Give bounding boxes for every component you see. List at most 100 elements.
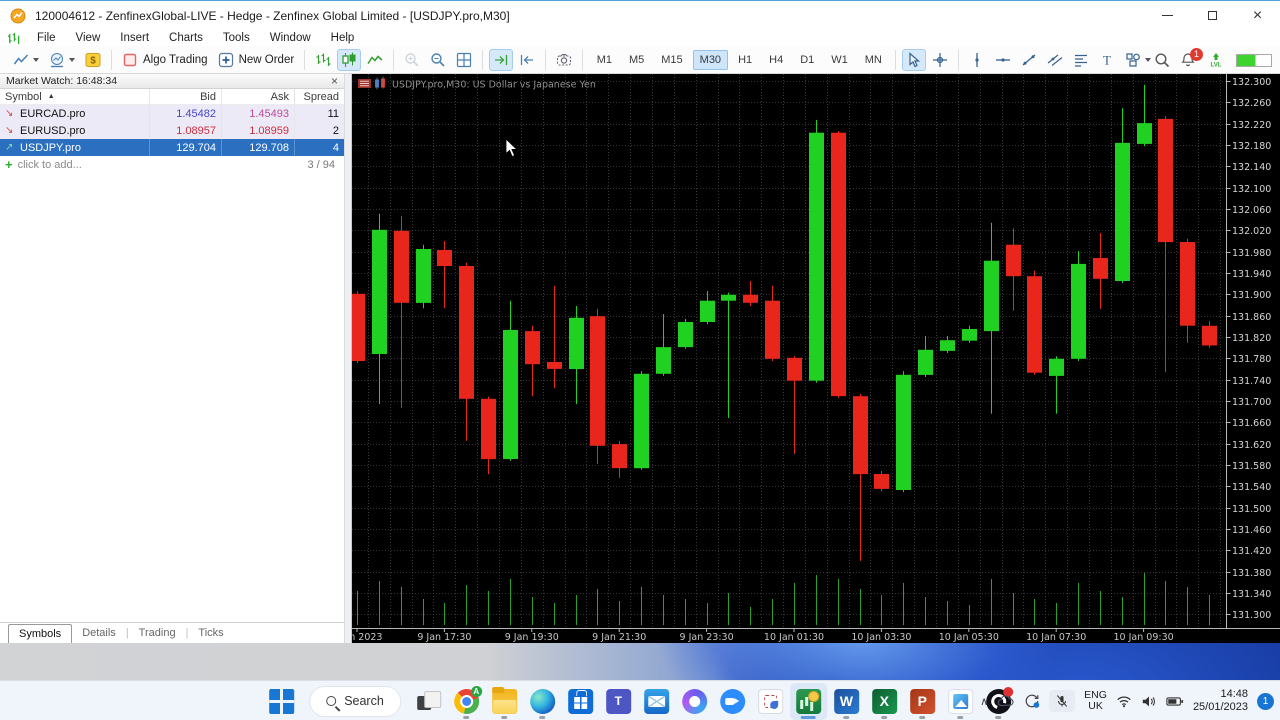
shapes-button[interactable] bbox=[1121, 49, 1155, 71]
volume-icon[interactable] bbox=[1141, 695, 1157, 708]
copilot-icon bbox=[681, 688, 707, 714]
fibonacci-button[interactable] bbox=[1069, 49, 1093, 71]
taskbar-search[interactable]: Search bbox=[309, 685, 401, 717]
svg-text:131.980: 131.980 bbox=[1232, 248, 1271, 259]
timeframe-d1[interactable]: D1 bbox=[793, 50, 821, 70]
tab-symbols[interactable]: Symbols bbox=[8, 624, 73, 644]
svg-text:9 Jan 21:30: 9 Jan 21:30 bbox=[592, 632, 646, 643]
bar-chart-button[interactable] bbox=[311, 49, 335, 71]
menu-item-charts[interactable]: Charts bbox=[159, 32, 213, 44]
autoscroll-button[interactable] bbox=[489, 48, 514, 71]
candle-chart-button[interactable] bbox=[337, 48, 362, 71]
timeframe-mn[interactable]: MN bbox=[858, 50, 889, 70]
new-order-button[interactable]: New Order bbox=[214, 49, 299, 71]
chevron-down-icon[interactable] bbox=[69, 57, 75, 62]
taskbar-date: 25/01/2023 bbox=[1192, 701, 1248, 713]
chart-type-button[interactable] bbox=[9, 49, 43, 71]
taskbar-word[interactable]: W bbox=[828, 683, 865, 720]
taskbar-excel[interactable]: X bbox=[866, 683, 903, 720]
chart-area[interactable]: 132.300 132.260 132.220 132.180 132.140 132.1… bbox=[332, 74, 1280, 643]
search-icon bbox=[326, 696, 337, 706]
taskbar-store[interactable] bbox=[562, 683, 599, 720]
taskbar-chrome[interactable]: A bbox=[448, 683, 485, 720]
taskbar-taskview[interactable] bbox=[410, 683, 447, 720]
tab-trading[interactable]: Trading bbox=[129, 624, 186, 643]
minimize-button[interactable] bbox=[1145, 2, 1190, 29]
taskbar-powerpoint[interactable]: P bbox=[904, 683, 941, 720]
notifications-button[interactable]: 1 bbox=[1180, 48, 1203, 68]
tile-windows-button[interactable] bbox=[452, 49, 476, 71]
deposit-button[interactable]: $ bbox=[81, 49, 105, 71]
profile-button[interactable] bbox=[45, 49, 79, 71]
channel-button[interactable] bbox=[1043, 49, 1067, 71]
timeframe-h1[interactable]: H1 bbox=[731, 50, 759, 70]
taskbar-start[interactable] bbox=[263, 683, 300, 720]
taskbar-explorer[interactable] bbox=[486, 683, 523, 720]
market-watch-close-icon[interactable]: × bbox=[331, 75, 338, 87]
snip-icon bbox=[757, 688, 783, 714]
menu-item-help[interactable]: Help bbox=[321, 32, 365, 44]
menu-item-file[interactable]: File bbox=[27, 32, 66, 44]
timeframe-m5[interactable]: M5 bbox=[622, 50, 651, 70]
crosshair-button[interactable] bbox=[928, 49, 952, 71]
chevron-down-icon[interactable] bbox=[33, 57, 39, 62]
add-symbol-row[interactable]: + click to add... 3 / 94 bbox=[0, 156, 344, 173]
menu-item-insert[interactable]: Insert bbox=[110, 32, 159, 44]
menu-item-window[interactable]: Window bbox=[260, 32, 321, 44]
taskbar-snip[interactable] bbox=[752, 683, 789, 720]
symbol-row-eurusd.pro[interactable]: ↘ EURUSD.pro 1.08957 1.08959 2 bbox=[0, 122, 344, 139]
panel-splitter[interactable] bbox=[344, 74, 352, 643]
screenshot-button[interactable] bbox=[552, 49, 576, 71]
taskbar-teams[interactable]: T bbox=[600, 683, 637, 720]
menu-item-view[interactable]: View bbox=[66, 32, 111, 44]
system-tray: ∧ ENG UK 14:48 25/01/2023 1 bbox=[980, 681, 1274, 720]
column-header-bid[interactable]: Bid bbox=[150, 89, 222, 104]
candlestick-chart[interactable]: 132.300 132.260 132.220 132.180 132.140 132.1… bbox=[332, 74, 1280, 643]
photos-icon bbox=[947, 688, 973, 714]
taskbar-copilot[interactable] bbox=[676, 683, 713, 720]
language-indicator[interactable]: ENG UK bbox=[1084, 690, 1107, 712]
menu-item-tools[interactable]: Tools bbox=[213, 32, 260, 44]
search-button[interactable] bbox=[1154, 52, 1170, 68]
taskbar-edge[interactable] bbox=[524, 683, 561, 720]
taskbar-mt5[interactable] bbox=[789, 682, 827, 720]
wifi-icon[interactable] bbox=[1116, 695, 1132, 708]
taskbar-photos[interactable] bbox=[942, 683, 979, 720]
symbol-row-usdjpy.pro[interactable]: ↗ USDJPY.pro 129.704 129.708 4 bbox=[0, 139, 344, 156]
zoom-in-button[interactable] bbox=[400, 49, 424, 71]
zoom-out-button[interactable] bbox=[426, 49, 450, 71]
microphone-muted-icon[interactable] bbox=[1049, 690, 1076, 712]
vertical-line-button[interactable] bbox=[965, 49, 989, 71]
maximize-button[interactable] bbox=[1190, 2, 1235, 29]
cursor-button[interactable] bbox=[902, 48, 927, 71]
timeframe-w1[interactable]: W1 bbox=[824, 50, 855, 70]
algo-trading-button[interactable]: Algo Trading bbox=[118, 49, 212, 71]
column-header-spread[interactable]: Spread bbox=[295, 89, 344, 104]
taskbar-mail[interactable] bbox=[638, 683, 675, 720]
sync-icon[interactable] bbox=[1024, 693, 1040, 709]
column-header-ask[interactable]: Ask bbox=[222, 89, 295, 104]
tab-details[interactable]: Details bbox=[72, 624, 126, 643]
onedrive-icon[interactable] bbox=[997, 694, 1015, 708]
trendline-button[interactable] bbox=[1017, 49, 1041, 71]
line-chart-button[interactable] bbox=[363, 49, 387, 71]
taskbar-zoom[interactable] bbox=[714, 683, 751, 720]
chart-shift-button[interactable] bbox=[515, 49, 539, 71]
market-watch-column-headers[interactable]: Symbol ▲ Bid Ask Spread bbox=[0, 89, 344, 105]
timeframe-m15[interactable]: M15 bbox=[654, 50, 689, 70]
chevron-down-icon[interactable] bbox=[1145, 57, 1152, 62]
notification-count-badge[interactable]: 1 bbox=[1257, 692, 1274, 710]
battery-icon[interactable] bbox=[1166, 696, 1184, 707]
taskbar-clock[interactable]: 14:48 25/01/2023 bbox=[1193, 688, 1248, 714]
svg-text:132.180: 132.180 bbox=[1232, 141, 1271, 152]
timeframe-m1[interactable]: M1 bbox=[590, 50, 619, 70]
hidden-icons-chevron-icon[interactable]: ∧ bbox=[980, 695, 988, 708]
timeframe-m30[interactable]: M30 bbox=[692, 49, 729, 70]
text-button[interactable]: T bbox=[1095, 49, 1119, 71]
symbol-row-eurcad.pro[interactable]: ↘ EURCAD.pro 1.45482 1.45493 11 bbox=[0, 105, 344, 122]
column-header-symbol[interactable]: Symbol ▲ bbox=[0, 89, 150, 104]
close-button[interactable]: × bbox=[1235, 2, 1280, 29]
timeframe-h4[interactable]: H4 bbox=[762, 50, 790, 70]
tab-ticks[interactable]: Ticks bbox=[188, 624, 233, 643]
horizontal-line-button[interactable] bbox=[991, 49, 1015, 71]
